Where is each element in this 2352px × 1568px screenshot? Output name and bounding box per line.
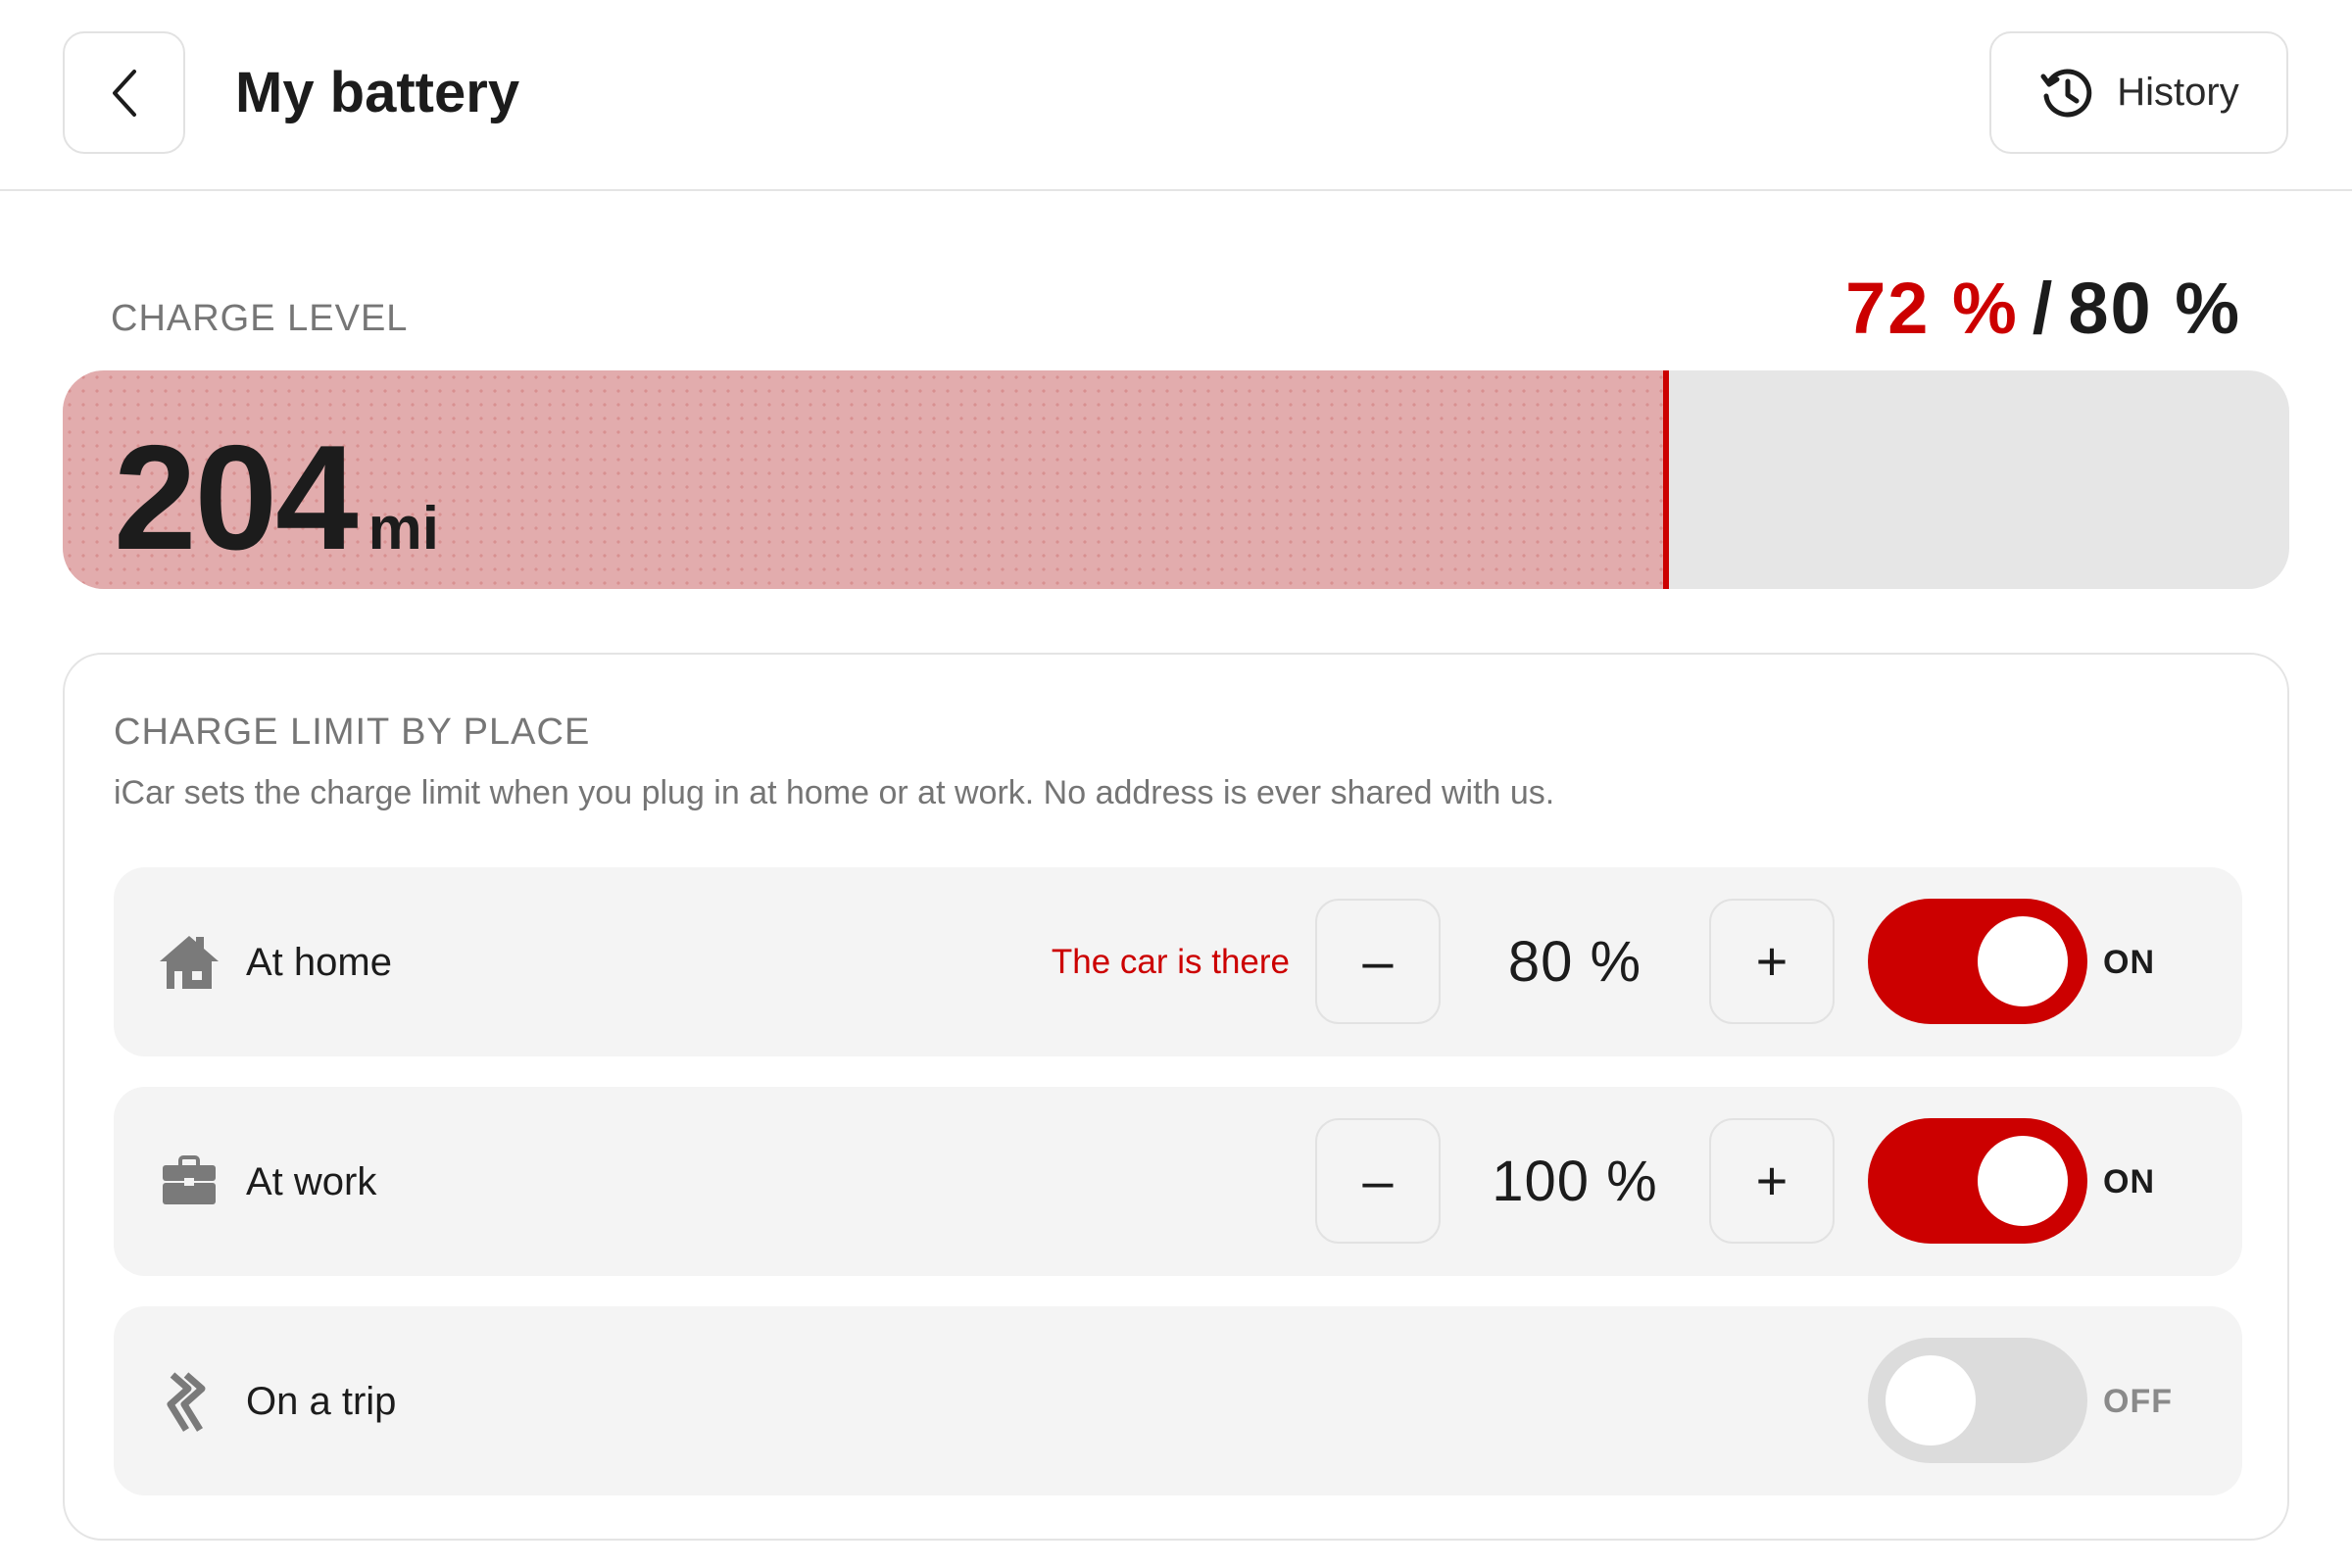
place-name: At work xyxy=(246,1160,377,1203)
charge-percent: 72 %/80 % xyxy=(1845,265,2241,353)
decrease-limit-button[interactable]: – xyxy=(1315,899,1441,1024)
toggle-state-label: OFF xyxy=(2103,1383,2173,1420)
charge-level-marker xyxy=(1662,370,1669,589)
increase-limit-button[interactable]: + xyxy=(1709,899,1835,1024)
home-limit-toggle[interactable] xyxy=(1868,899,2087,1024)
increase-limit-button[interactable]: + xyxy=(1709,1118,1835,1244)
house-icon xyxy=(160,936,219,989)
history-label: History xyxy=(2117,71,2239,114)
toggle-state-label: ON xyxy=(2103,944,2155,981)
place-name: At home xyxy=(246,941,392,984)
toggle-knob xyxy=(1978,916,2068,1006)
history-clock-icon xyxy=(2040,69,2092,117)
toggle-state-label: ON xyxy=(2103,1163,2155,1200)
charge-level-bar: 204 mi xyxy=(63,370,2289,589)
road-icon xyxy=(167,1372,206,1432)
charge-limit-by-place-card: CHARGE LIMIT BY PLACE iCar sets the char… xyxy=(63,653,2289,1541)
range-unit: mi xyxy=(368,495,439,563)
place-row-home: At home The car is there – 80 % + ON xyxy=(114,867,2242,1056)
back-button[interactable] xyxy=(63,31,185,154)
decrease-limit-button[interactable]: – xyxy=(1315,1118,1441,1244)
charge-limit-percent: 80 % xyxy=(2068,268,2241,349)
history-button[interactable]: History xyxy=(1989,31,2288,154)
places-description: iCar sets the charge limit when you plug… xyxy=(114,774,1555,811)
page-title: My battery xyxy=(235,61,520,124)
place-row-trip: On a trip OFF xyxy=(114,1306,2242,1495)
places-title: CHARGE LIMIT BY PLACE xyxy=(114,711,591,753)
place-row-work: At work – 100 % + ON xyxy=(114,1087,2242,1276)
place-name: On a trip xyxy=(246,1380,397,1423)
chevron-left-icon xyxy=(112,69,136,117)
charge-limit-value: 80 % xyxy=(1507,930,1642,994)
percent-separator: / xyxy=(2032,268,2055,349)
charge-limit-value: 100 % xyxy=(1492,1150,1658,1213)
current-charge-percent: 72 % xyxy=(1845,268,2019,349)
toggle-knob xyxy=(1886,1355,1976,1446)
estimated-range: 204 mi xyxy=(114,419,439,576)
car-location-status: The car is there xyxy=(1051,943,1290,981)
toggle-knob xyxy=(1978,1136,2068,1226)
range-value: 204 xyxy=(114,415,359,581)
work-limit-toggle[interactable] xyxy=(1868,1118,2087,1244)
charge-level-label: CHARGE LEVEL xyxy=(111,298,409,339)
trip-limit-toggle[interactable] xyxy=(1868,1338,2087,1463)
header-bar: My battery History xyxy=(0,0,2352,191)
briefcase-icon xyxy=(163,1155,216,1204)
